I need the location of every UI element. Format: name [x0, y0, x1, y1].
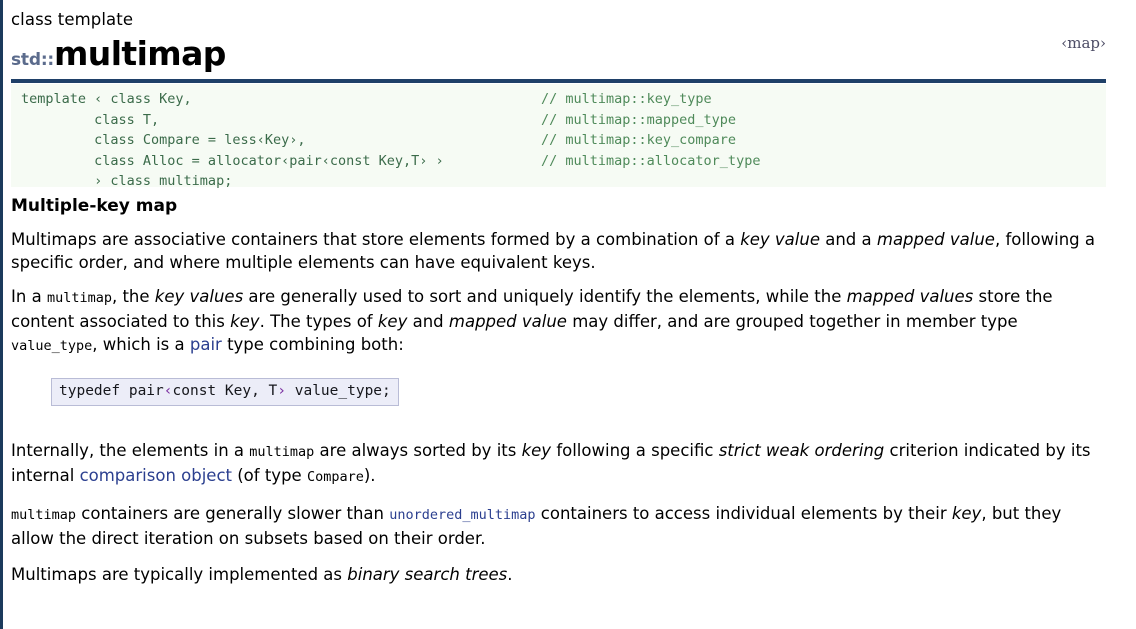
p4-text-b: containers to access individual elements…: [535, 504, 952, 523]
typedef-angle-open: ‹: [163, 383, 173, 399]
template-prototype-block: template ‹ class Key, class T, class Com…: [11, 84, 1106, 189]
prototype-comment-4: // multimap::allocator_type: [541, 152, 761, 169]
typedef-sample-wrapper: typedef pair‹const Key, T› value_type;: [51, 378, 1106, 406]
p2-text-i: type combining both:: [221, 335, 404, 354]
p2-term-mapped-value: mapped value: [448, 312, 567, 331]
p3-code-compare: Compare: [306, 469, 364, 485]
prototype-line-4: class Alloc = allocator‹pair‹const Key,T…: [21, 152, 444, 169]
prototype-line-1: template ‹ class Key,: [21, 91, 192, 107]
p1-term-mapped-value: mapped value: [876, 230, 995, 249]
p1-text-b: and a: [819, 230, 877, 249]
title-divider: [11, 79, 1106, 83]
prototype-line-2: class T,: [21, 111, 160, 128]
paragraph-intro: Multimaps are associative containers tha…: [11, 228, 1106, 274]
p5-text-b: .: [507, 565, 513, 584]
p4-code-multimap: multimap: [11, 507, 77, 523]
p2-text-g: may differ, and are grouped together in …: [566, 312, 1018, 331]
entity-name-label: multimap: [54, 34, 226, 73]
typedef-tail: value_type;: [286, 383, 391, 399]
p4-text-a: containers are generally slower than: [76, 504, 390, 523]
p2-term-mapped-values: mapped values: [846, 287, 974, 306]
p2-text-a: In a: [11, 287, 47, 306]
p1-term-key-value: key value: [740, 230, 820, 249]
prototype-declaration: template ‹ class Key, class T, class Com…: [21, 89, 444, 192]
prototype-comment-1: // multimap::key_type: [541, 91, 712, 107]
paragraph-key-values: In a multimap, the key values are genera…: [11, 285, 1106, 358]
paragraph-implementation: Multimaps are typically implemented as b…: [11, 563, 1106, 586]
p3-code-multimap: multimap: [249, 444, 315, 460]
p3-text-f: ).: [363, 466, 376, 485]
typedef-pair: pair: [128, 383, 164, 399]
p2-code-multimap: multimap: [46, 290, 112, 306]
link-unordered-multimap[interactable]: unordered_multimap: [389, 507, 535, 523]
prototype-comments: // multimap::key_type // multimap::mappe…: [541, 89, 760, 171]
p3-text-e: (of type: [232, 466, 307, 485]
paragraph-performance: multimap containers are generally slower…: [11, 502, 1106, 550]
prototype-line-5: › class multimap;: [21, 173, 233, 189]
p2-text-f: and: [407, 312, 449, 331]
typedef-inner-args: const Key, T: [172, 383, 278, 399]
page-header: class template std::multimap ‹map›: [3, 0, 1136, 73]
header-file-link[interactable]: ‹map›: [1061, 34, 1106, 52]
typedef-code-box: typedef pair‹const Key, T› value_type;: [51, 378, 399, 406]
prototype-comment-3: // multimap::key_compare: [541, 132, 737, 148]
typedef-angle-close: ›: [277, 383, 286, 399]
p3-text-c: following a specific: [551, 441, 719, 460]
paragraph-internal-ordering: Internally, the elements in a multimap a…: [11, 439, 1106, 489]
section-heading: Multiple-key map: [11, 196, 178, 216]
p3-term-strict-weak-ordering: strict weak ordering: [718, 441, 885, 460]
p2-term-key-1: key: [230, 312, 260, 331]
link-pair[interactable]: pair: [190, 335, 222, 354]
p2-text-h: , which is a: [92, 335, 190, 354]
prototype-line-3: class Compare = less‹Key›,: [21, 132, 306, 148]
p2-text-e: . The types of: [259, 312, 378, 331]
p3-text-a: Internally, the elements in a: [11, 441, 250, 460]
namespace-label: std::: [11, 50, 55, 70]
prototype-comment-2: // multimap::mapped_type: [541, 111, 737, 128]
p2-code-value-type: value_type: [11, 338, 93, 354]
description-content: Multiple-key map Multimaps are associati…: [3, 195, 1136, 586]
p1-text-a: Multimaps are associative containers tha…: [11, 230, 741, 249]
p3-text-b: are always sorted by its: [314, 441, 522, 460]
page-title: std::multimap: [11, 34, 1106, 73]
link-comparison-object[interactable]: comparison object: [80, 466, 232, 485]
p2-text-c: are generally used to sort and uniquely …: [243, 287, 847, 306]
p5-term-binary-search-trees: binary search trees: [347, 565, 508, 584]
entity-kind-label: class template: [11, 10, 134, 29]
p2-text-b: , the: [111, 287, 155, 306]
p4-term-key: key: [951, 504, 982, 523]
typedef-keyword: typedef: [59, 383, 129, 399]
p2-term-key-2: key: [377, 312, 408, 331]
p3-term-key: key: [521, 441, 552, 460]
p5-text-a: Multimaps are typically implemented as: [11, 565, 348, 584]
reference-page: class template std::multimap ‹map› templ…: [3, 0, 1136, 629]
p2-term-key-values: key values: [154, 287, 244, 306]
